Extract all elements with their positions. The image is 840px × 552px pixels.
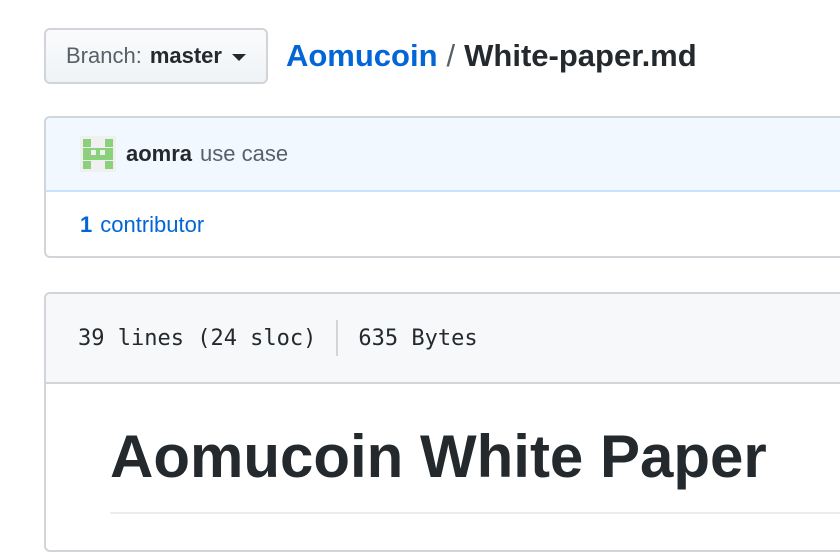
title-underline	[110, 512, 840, 514]
file-size: 635 Bytes	[358, 325, 478, 351]
breadcrumb-separator: /	[446, 38, 456, 73]
contributors-link[interactable]: 1 contributor	[46, 192, 840, 256]
file-navigation: Branch: master Aomucoin / White-paper.md	[44, 28, 697, 84]
commit-message-link[interactable]: use case	[200, 141, 288, 167]
repo-link[interactable]: Aomucoin	[286, 38, 438, 74]
file-info-divider	[336, 320, 339, 356]
user-avatar-icon[interactable]	[80, 136, 116, 172]
file-name: White-paper.md	[464, 38, 697, 73]
branch-prefix-label: Branch:	[66, 43, 142, 68]
latest-commit-header: aomra use case	[46, 118, 840, 192]
caret-down-icon	[231, 54, 246, 61]
file-lines-count: 39 lines (24 sloc)	[78, 325, 317, 351]
file-view-box: 39 lines (24 sloc) 635 Bytes Aomucoin Wh…	[44, 292, 840, 552]
branch-select-button[interactable]: Branch: master	[44, 28, 268, 84]
contributors-count: 1	[80, 212, 93, 237]
commit-tease-box: aomra use case 1 contributor	[44, 116, 840, 258]
readme-body: Aomucoin White Paper	[46, 384, 840, 514]
readme-title: Aomucoin White Paper	[110, 423, 767, 490]
contributors-label: contributor	[100, 212, 205, 237]
commit-author-link[interactable]: aomra	[126, 141, 192, 167]
branch-name-label: master	[149, 43, 222, 68]
breadcrumb: Aomucoin / White-paper.md	[286, 38, 697, 74]
file-info-header: 39 lines (24 sloc) 635 Bytes	[46, 294, 840, 384]
